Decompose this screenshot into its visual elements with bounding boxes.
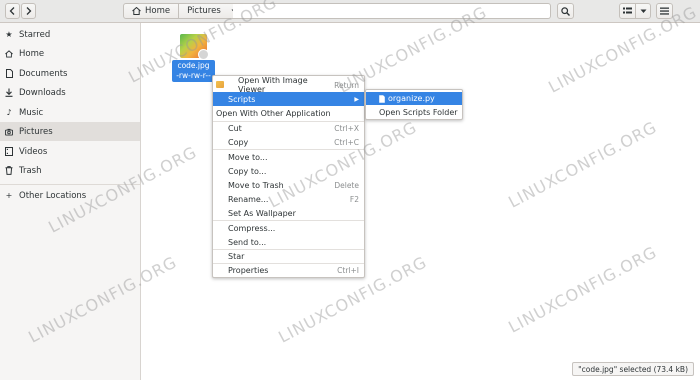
submenu-item-label: Open Scripts Folder [379,108,458,117]
menu-item-label: Move to Trash [228,180,284,190]
hamburger-icon [660,7,669,15]
sidebar-item-label: Other Locations [19,190,87,201]
menu-item-accel: Return [334,80,359,90]
sidebar-item-other-locations[interactable]: + Other Locations [0,186,140,205]
chevron-left-icon [9,7,15,15]
menu-item-label: Scripts [228,94,256,104]
home-icon [5,49,13,58]
menu-item-label: Cut [228,123,242,133]
path-bar: Home Pictures [123,3,247,19]
menu-item-label: Rename... [228,194,269,204]
menu-item-label: Set As Wallpaper [228,208,296,218]
menu-item-accel: Delete [334,180,359,190]
submenu-item-organize-py[interactable]: organize.py [366,92,462,105]
menu-item-label: Compress... [228,223,276,233]
sidebar-item-label: Trash [19,165,42,176]
sidebar-item-pictures[interactable]: Pictures [0,122,140,141]
menu-item-rename[interactable]: Rename... F2 [213,192,364,206]
view-mode-button[interactable] [620,4,635,18]
menu-item-label: Copy to... [228,166,267,176]
forward-button[interactable] [21,3,36,19]
menu-item-label: Star [228,251,245,261]
view-options-button[interactable] [635,4,650,18]
sidebar-item-starred[interactable]: ★ Starred [0,25,140,44]
breadcrumb-pictures-label: Pictures [187,6,221,16]
sidebar-item-videos[interactable]: Videos [0,142,140,161]
list-view-icon [623,7,632,14]
main-menu-button[interactable] [656,3,673,19]
sidebar-item-label: Documents [19,68,68,79]
menu-item-accel: Ctrl+X [334,123,359,133]
menu-item-open-with-image-viewer[interactable]: Open With Image Viewer Return [213,76,364,94]
context-menu: Open With Image Viewer Return Scripts ▶ … [212,75,365,278]
location-bar[interactable] [233,3,551,19]
plus-icon: + [5,191,13,200]
menu-item-accel: Ctrl+I [337,265,359,275]
menu-item-label: Copy [228,137,249,147]
sidebar-item-documents[interactable]: Documents [0,64,140,83]
menu-item-send-to[interactable]: Send to... [213,235,364,249]
menu-item-move-to[interactable]: Move to... [213,150,364,164]
menu-item-star[interactable]: Star [213,249,364,263]
file-permissions: -rw-rw-r-- [176,71,211,80]
submenu-item-label: organize.py [388,94,435,103]
music-icon: ♪ [6,108,12,117]
chevron-right-icon [26,7,32,15]
submenu-item-open-scripts-folder[interactable]: Open Scripts Folder [366,106,462,119]
file-label[interactable]: code.jpg -rw-rw-r-- [172,60,215,82]
menu-item-label: Send to... [228,237,267,247]
image-file-icon[interactable] [180,34,209,60]
status-bar: "code.jpg" selected (73.4 kB) [572,362,694,376]
trash-icon [5,166,13,175]
menu-item-copy[interactable]: Copy Ctrl+C [213,135,364,149]
menu-item-move-to-trash[interactable]: Move to Trash Delete [213,178,364,192]
menu-item-scripts[interactable]: Scripts ▶ [213,92,364,106]
menu-item-accel: Ctrl+C [334,137,359,147]
menu-item-compress[interactable]: Compress... [213,221,364,235]
sidebar-item-label: Pictures [19,126,53,137]
search-button[interactable] [557,3,574,19]
breadcrumb-home[interactable]: Home [124,4,178,18]
sidebar-item-label: Starred [19,29,51,40]
video-icon [5,147,13,156]
menu-item-label: Open With Other Application [216,108,331,118]
document-icon [5,69,13,78]
status-text: "code.jpg" selected (73.4 kB) [578,364,688,374]
menu-item-label: Properties [228,265,269,275]
script-file-icon [379,94,385,103]
back-button[interactable] [5,3,20,19]
sidebar-divider [0,184,140,185]
sidebar-item-music[interactable]: ♪ Music [0,103,140,122]
breadcrumb-home-label: Home [145,6,171,16]
home-icon [132,7,141,15]
menu-item-accel: F2 [349,194,359,204]
sidebar: ★ Starred Home Documents Downloads ♪ Mus… [0,23,141,380]
submenu-arrow-icon: ▶ [354,95,359,103]
menu-item-open-with-other-application[interactable]: Open With Other Application [213,106,364,120]
menu-item-copy-to[interactable]: Copy to... [213,164,364,178]
sidebar-item-label: Home [19,48,45,59]
sidebar-item-label: Music [19,107,44,118]
header-bar: Home Pictures [0,0,700,23]
search-icon [561,6,570,16]
sidebar-item-home[interactable]: Home [0,44,140,63]
sidebar-item-trash[interactable]: Trash [0,161,140,180]
star-icon: ★ [5,30,13,39]
view-switcher [619,3,651,19]
sidebar-item-label: Videos [19,146,48,157]
chevron-down-icon [640,9,646,13]
sidebar-item-label: Downloads [19,87,66,98]
scripts-submenu: organize.py Open Scripts Folder [365,89,463,120]
download-icon [5,88,13,97]
menu-item-set-as-wallpaper[interactable]: Set As Wallpaper [213,206,364,220]
menu-item-cut[interactable]: Cut Ctrl+X [213,121,364,135]
file-name: code.jpg [177,61,210,70]
sidebar-item-downloads[interactable]: Downloads [0,83,140,102]
camera-icon [5,128,13,136]
menu-item-label: Move to... [228,152,268,162]
image-viewer-icon [216,81,224,88]
menu-item-properties[interactable]: Properties Ctrl+I [213,263,364,277]
